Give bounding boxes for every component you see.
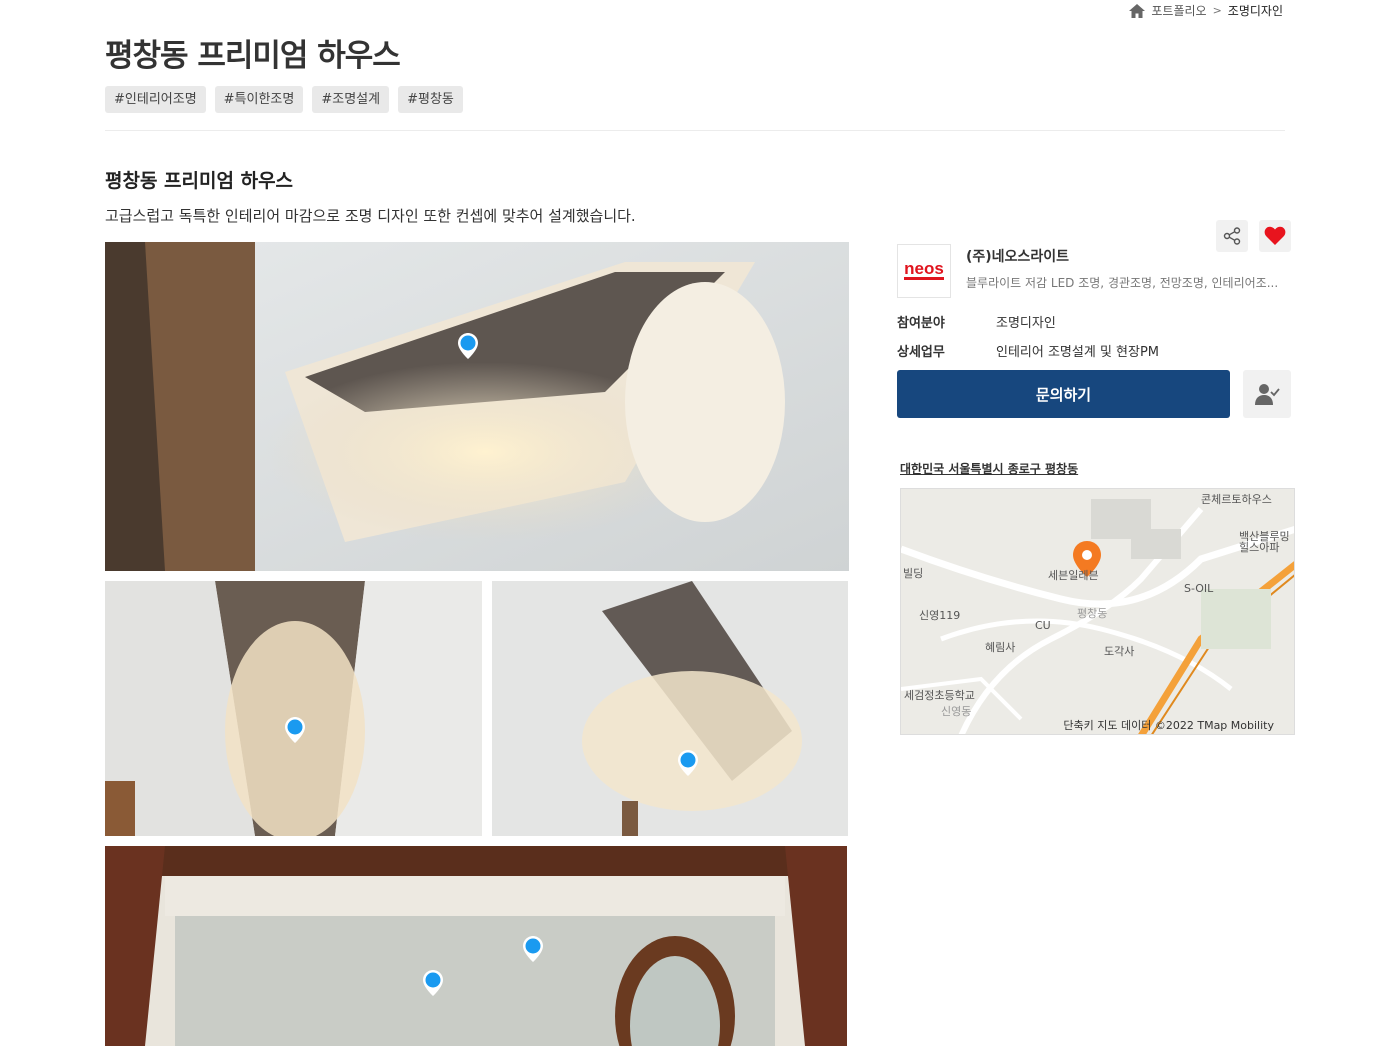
map-attribution: 단축키 지도 데이터 ©2022 TMap Mobility: [1063, 719, 1274, 732]
svg-text:neos: neos: [904, 259, 944, 278]
breadcrumb-portfolio-link[interactable]: 포트폴리오: [1151, 2, 1206, 19]
map-label: 신영동: [941, 705, 972, 718]
location-pin-icon[interactable]: [285, 717, 305, 743]
map-label: 빌딩: [903, 567, 924, 580]
tag[interactable]: #특이한조명: [214, 86, 304, 113]
map[interactable]: 콘체르토하우스 백산블루밍 힐스아파 빌딩 세븐일레븐 S-OIL 신영119 …: [900, 488, 1295, 735]
location-pin-icon[interactable]: [458, 333, 478, 359]
task-value: 인테리어 조명설계 및 현장PM: [996, 345, 1160, 360]
breadcrumb: 포트폴리오 > 조명디자인: [1129, 2, 1283, 19]
task-label: 상세업무: [897, 345, 945, 360]
map-label: 세검정초등학교: [904, 689, 975, 702]
inquiry-button[interactable]: 문의하기: [897, 370, 1230, 418]
share-icon: [1223, 227, 1241, 245]
map-label: 도각사: [1104, 645, 1135, 658]
location-pin-icon[interactable]: [523, 936, 543, 962]
breadcrumb-separator: >: [1212, 4, 1222, 17]
map-label: CU: [1035, 619, 1051, 632]
home-icon[interactable]: [1129, 3, 1146, 18]
map-label: 평창동: [1077, 607, 1108, 620]
tag[interactable]: #인테리어조명: [105, 86, 206, 113]
map-address-link[interactable]: 대한민국 서울특별시 종로구 평창동: [900, 460, 1078, 477]
divider: [105, 130, 1285, 131]
project-subtitle: 평창동 프리미엄 하우스: [105, 170, 294, 192]
like-button[interactable]: [1259, 220, 1291, 252]
page-title: 평창동 프리미엄 하우스: [105, 38, 401, 74]
project-description: 고급스럽고 독특한 인테리어 마감으로 조명 디자인 또한 컨셉에 맞추어 설계…: [105, 207, 636, 225]
field-label: 참여분야: [897, 316, 945, 331]
follow-button[interactable]: [1243, 370, 1291, 418]
map-label: 콘체르토하우스: [1201, 493, 1272, 506]
info-row-task: 상세업무 인테리어 조명설계 및 현장PM: [897, 341, 1159, 360]
map-label: 백산블루밍 힐스아파: [1239, 530, 1290, 554]
project-photo-2[interactable]: [105, 581, 482, 836]
breadcrumb-current[interactable]: 조명디자인: [1228, 2, 1283, 19]
project-photo-3[interactable]: [492, 581, 848, 836]
location-pin-icon[interactable]: [423, 970, 443, 996]
tag[interactable]: #조명설계: [312, 86, 390, 113]
company-logo[interactable]: neos: [897, 244, 951, 298]
company-name[interactable]: (주)네오스라이트: [966, 246, 1069, 266]
field-value: 조명디자인: [996, 316, 1056, 331]
tag-list: #인테리어조명 #특이한조명 #조명설계 #평창동: [105, 86, 463, 113]
project-photo-4[interactable]: [105, 846, 847, 1046]
info-row-field: 참여분야 조명디자인: [897, 312, 1056, 331]
location-pin-icon[interactable]: [678, 750, 698, 776]
map-label: 혜림사: [985, 641, 1016, 654]
map-label: S-OIL: [1184, 582, 1214, 595]
user-check-icon: [1255, 384, 1280, 405]
share-button[interactable]: [1216, 220, 1248, 252]
project-photo-main[interactable]: [105, 242, 849, 571]
heart-icon: [1264, 226, 1286, 245]
tag[interactable]: #평창동: [398, 86, 463, 113]
company-description: 블루라이트 저감 LED 조명, 경관조명, 전망조명, 인테리어조...: [966, 276, 1279, 290]
map-label: 신영119: [919, 609, 961, 622]
map-label: 세븐일레븐: [1048, 569, 1099, 582]
